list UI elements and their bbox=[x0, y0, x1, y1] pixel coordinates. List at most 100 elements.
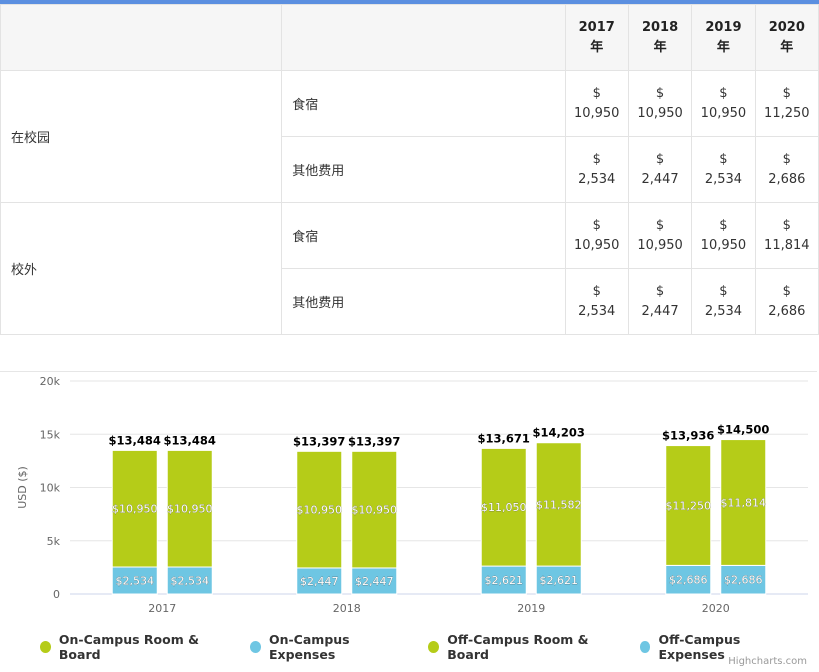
y-tick-label: 15k bbox=[40, 428, 61, 441]
cost-table: 2017 年 2018 年 2019 年 2020 年 在校园 食宿 $10,9… bbox=[0, 4, 819, 335]
amount: 2,447 bbox=[641, 303, 679, 319]
header-year-label: 2017 bbox=[578, 19, 615, 35]
currency-symbol: $ bbox=[719, 283, 728, 299]
y-tick-label: 0 bbox=[53, 588, 60, 601]
amount: 2,686 bbox=[768, 303, 806, 319]
type-cell: 其他费用 bbox=[281, 268, 566, 335]
legend-label: On-Campus Expenses bbox=[268, 632, 350, 662]
value-cell: $2,534 bbox=[564, 268, 629, 335]
legend-item[interactable]: On-Campus Expenses bbox=[250, 632, 406, 662]
value-cell: $2,534 bbox=[691, 136, 756, 203]
value-cell: $2,534 bbox=[691, 268, 756, 335]
legend-marker bbox=[428, 641, 440, 653]
x-tick-label: 2017 bbox=[148, 602, 176, 615]
legend-marker bbox=[40, 641, 51, 653]
stack-total-label: $14,500 bbox=[717, 423, 769, 437]
header-year-2020: 2020 年 bbox=[754, 4, 819, 71]
legend-marker bbox=[639, 641, 651, 653]
currency-symbol: $ bbox=[719, 217, 728, 233]
data-label: $2,534 bbox=[171, 575, 210, 588]
value-cell: $2,686 bbox=[754, 136, 819, 203]
data-label: $2,447 bbox=[355, 575, 394, 588]
chart-svg: 0 5k 10k 15k 20k USD ($) 2017 $2,534 $10,950 $13,… bbox=[16, 375, 808, 615]
amount: 2,447 bbox=[641, 171, 679, 187]
header-year-label: 2020 bbox=[768, 19, 805, 35]
header-year-unit: 年 bbox=[716, 39, 730, 55]
currency-symbol: $ bbox=[782, 283, 791, 299]
header-year-unit: 年 bbox=[590, 39, 604, 55]
currency-symbol: $ bbox=[655, 217, 665, 233]
stack-total-label: $13,397 bbox=[293, 434, 345, 448]
data-label: $2,534 bbox=[116, 575, 155, 588]
value-cell: $11,250 bbox=[754, 70, 819, 137]
header-year-unit: 年 bbox=[653, 39, 667, 55]
currency-symbol: $ bbox=[782, 217, 791, 233]
value-cell: $10,950 bbox=[691, 70, 756, 137]
value-cell: $10,950 bbox=[564, 70, 629, 137]
currency-symbol: $ bbox=[782, 85, 791, 101]
type-cell: 食宿 bbox=[281, 202, 566, 269]
currency-symbol: $ bbox=[592, 151, 601, 167]
data-label: $10,950 bbox=[112, 503, 158, 516]
x-tick-label: 2018 bbox=[333, 602, 361, 615]
value-cell: $10,950 bbox=[627, 70, 693, 137]
data-label: $11,582 bbox=[536, 498, 582, 511]
data-label: $11,050 bbox=[481, 501, 527, 514]
stack-total-label: $14,203 bbox=[533, 426, 585, 440]
legend-label: On-Campus Room & Board bbox=[58, 632, 199, 662]
data-label: $10,950 bbox=[167, 503, 213, 516]
stack-total-label: $13,671 bbox=[478, 431, 530, 445]
header-year-unit: 年 bbox=[780, 39, 794, 55]
header-type bbox=[281, 4, 566, 71]
y-tick-label: 20k bbox=[40, 375, 61, 388]
legend-item[interactable]: On-Campus Room & Board bbox=[40, 632, 228, 662]
currency-symbol: $ bbox=[655, 151, 665, 167]
data-label: $2,621 bbox=[540, 574, 579, 587]
x-tick-label: 2020 bbox=[702, 602, 730, 615]
currency-symbol: $ bbox=[719, 151, 728, 167]
amount: 11,814 bbox=[764, 237, 810, 253]
location-cell: 在校园 bbox=[0, 70, 283, 203]
amount: 2,534 bbox=[578, 171, 616, 187]
data-label: $11,250 bbox=[666, 499, 712, 512]
stack-total-label: $13,936 bbox=[662, 429, 714, 443]
y-tick-label: 10k bbox=[40, 482, 61, 495]
header-year-2018: 2018 年 bbox=[627, 4, 693, 71]
location-cell: 校外 bbox=[0, 202, 283, 335]
legend-marker bbox=[250, 641, 261, 653]
cost-chart: 0 5k 10k 15k 20k USD ($) 2017 $2,534 $10,950 $13,… bbox=[0, 371, 819, 672]
currency-symbol: $ bbox=[655, 283, 665, 299]
table-row: 在校园 食宿 $10,950 $10,950 $10,950 $11,250 bbox=[0, 70, 819, 203]
data-label: $2,686 bbox=[724, 574, 763, 587]
chart-credit[interactable]: Highcharts.com bbox=[728, 656, 807, 667]
amount: 10,950 bbox=[573, 237, 620, 253]
currency-symbol: $ bbox=[592, 283, 601, 299]
header-year-label: 2018 bbox=[641, 19, 679, 35]
header-year-2017: 2017 年 bbox=[564, 4, 629, 71]
data-label: $11,814 bbox=[721, 496, 767, 509]
value-cell: $2,534 bbox=[564, 136, 629, 203]
amount: 2,534 bbox=[578, 303, 616, 319]
legend-item[interactable]: Off-Campus Room & Board bbox=[428, 632, 617, 662]
type-cell: 食宿 bbox=[281, 70, 566, 137]
amount: 10,950 bbox=[700, 105, 747, 121]
value-cell: $2,686 bbox=[754, 268, 819, 335]
data-label: $2,621 bbox=[485, 574, 524, 587]
chart-legend: On-Campus Room & Board On-Campus Expenses… bbox=[40, 632, 819, 662]
amount: 11,250 bbox=[764, 105, 810, 121]
header-location bbox=[0, 4, 283, 71]
stack-total-label: $13,484 bbox=[109, 433, 161, 447]
data-label: $2,447 bbox=[300, 575, 339, 588]
x-tick-label: 2019 bbox=[517, 602, 545, 615]
currency-symbol: $ bbox=[592, 217, 601, 233]
table-row: 校外 食宿 $10,950 $10,950 $10,950 $11,814 bbox=[0, 202, 819, 335]
amount: 10,950 bbox=[637, 237, 683, 253]
amount: 10,950 bbox=[573, 105, 620, 121]
table-header-row: 2017 年 2018 年 2019 年 2020 年 bbox=[0, 4, 819, 71]
data-label: $2,686 bbox=[669, 574, 708, 587]
type-cell: 其他费用 bbox=[281, 136, 566, 203]
currency-symbol: $ bbox=[782, 151, 791, 167]
data-label: $10,950 bbox=[352, 504, 398, 517]
value-cell: $2,447 bbox=[627, 268, 693, 335]
amount: 2,686 bbox=[768, 171, 806, 187]
